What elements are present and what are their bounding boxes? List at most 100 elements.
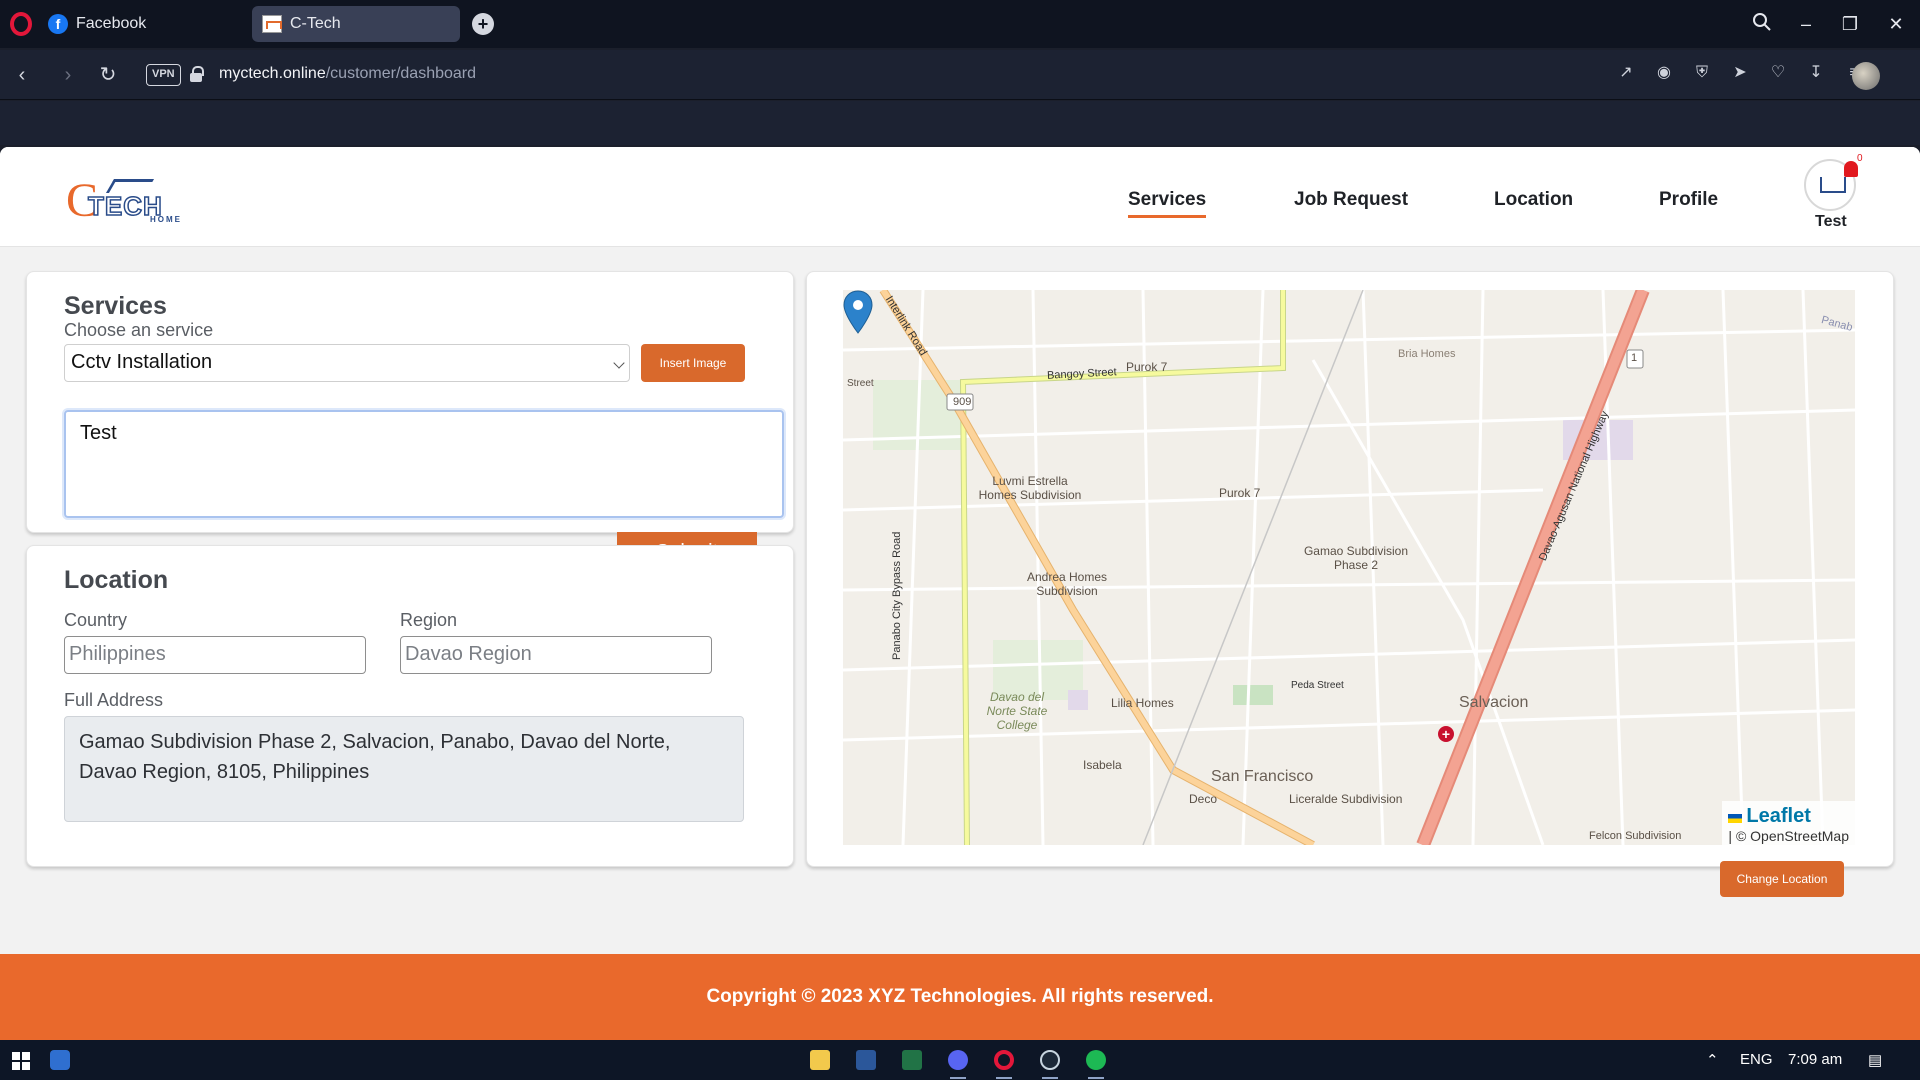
map-label-sanfrancisco: San Francisco bbox=[1211, 768, 1314, 785]
bookmark-bar bbox=[0, 101, 1920, 145]
new-tab-button[interactable]: + bbox=[472, 13, 494, 35]
change-location-button[interactable]: Change Location bbox=[1720, 861, 1844, 897]
hospital-icon: + bbox=[1438, 726, 1454, 742]
language-indicator[interactable]: ENG bbox=[1740, 1051, 1773, 1068]
lock-icon[interactable] bbox=[190, 66, 204, 82]
spotify-icon[interactable] bbox=[1086, 1050, 1106, 1070]
map-label-lilia: Lilia Homes bbox=[1111, 696, 1174, 710]
notification-count: 0 bbox=[1857, 153, 1863, 164]
map-label-liceralde: Liceralde Subdivision bbox=[1289, 792, 1403, 806]
file-explorer-icon[interactable] bbox=[810, 1050, 830, 1070]
back-icon[interactable]: ‹ bbox=[10, 63, 34, 87]
windows-start-icon[interactable] bbox=[12, 1052, 30, 1070]
shield-icon[interactable]: ⛨ bbox=[1692, 62, 1712, 84]
heart-icon[interactable]: ♡ bbox=[1768, 62, 1788, 84]
description-text: Test bbox=[80, 422, 117, 444]
word-icon[interactable] bbox=[856, 1050, 876, 1070]
tab-label: Facebook bbox=[76, 15, 147, 32]
region-value: Davao Region bbox=[405, 643, 532, 665]
opera-running-indicator bbox=[996, 1077, 1012, 1079]
full-address-label: Full Address bbox=[64, 690, 164, 710]
map-label-peda: Peda Street bbox=[1291, 680, 1344, 691]
footer: Copyright © 2023 XYZ Technologies. All r… bbox=[0, 954, 1920, 1040]
url-domain: myctech.online bbox=[219, 65, 326, 82]
map-label-bypass: Panabo City Bypass Road bbox=[891, 531, 903, 660]
browser-profile-avatar[interactable] bbox=[1852, 62, 1880, 90]
region-label: Region bbox=[400, 610, 458, 630]
chevron-up-icon[interactable]: ⌃ bbox=[1706, 1051, 1719, 1069]
tab-label: C-Tech bbox=[290, 15, 341, 32]
insert-image-button[interactable]: Insert Image bbox=[641, 344, 745, 382]
vpn-badge[interactable]: VPN bbox=[146, 64, 181, 86]
nav-profile[interactable]: Profile bbox=[1659, 189, 1718, 211]
page: C TECH HOME Services Job Request Locatio… bbox=[0, 147, 1920, 1040]
spotify-running-indicator bbox=[1088, 1077, 1104, 1079]
opera-taskbar-icon[interactable] bbox=[994, 1050, 1014, 1070]
osm-attribution[interactable]: | © OpenStreetMap bbox=[1728, 828, 1849, 844]
chevron-down-icon bbox=[613, 357, 625, 369]
site-header: C TECH HOME Services Job Request Locatio… bbox=[0, 147, 1920, 247]
clock[interactable]: 7:09 am bbox=[1788, 1051, 1842, 1068]
discord-running-indicator bbox=[950, 1077, 966, 1079]
discord-icon[interactable] bbox=[948, 1050, 968, 1070]
restore-icon[interactable]: ❐ bbox=[1838, 12, 1862, 36]
choose-service-label: Choose an service bbox=[64, 320, 214, 340]
leaflet-link[interactable]: Leaflet bbox=[1746, 805, 1810, 827]
tab-facebook[interactable]: f Facebook bbox=[38, 6, 238, 42]
map-label-purok7a: Purok 7 bbox=[1126, 360, 1168, 374]
full-address-field[interactable]: Gamao Subdivision Phase 2, Salvacion, Pa… bbox=[64, 716, 744, 822]
region-field[interactable]: Davao Region bbox=[400, 636, 712, 674]
task-view-icon[interactable] bbox=[50, 1050, 70, 1070]
map-label-909: 909 bbox=[953, 396, 972, 408]
nav-services[interactable]: Services bbox=[1128, 189, 1207, 218]
nav-job-request[interactable]: Job Request bbox=[1294, 189, 1408, 211]
tab-c-tech[interactable]: C-Tech bbox=[252, 6, 460, 42]
services-title: Services bbox=[64, 292, 167, 320]
opera-icon[interactable] bbox=[10, 12, 32, 36]
map-label-andrea: Andrea Homes Subdivision bbox=[1026, 570, 1108, 598]
facebook-icon: f bbox=[48, 14, 68, 34]
map-label-salvacion: Salvacion bbox=[1459, 694, 1529, 711]
url-field[interactable]: myctech.online/customer/dashboard bbox=[219, 65, 476, 83]
user-name: Test bbox=[1815, 213, 1847, 230]
excel-icon[interactable] bbox=[902, 1050, 922, 1070]
c-tech-favicon-icon bbox=[262, 15, 282, 33]
share-icon[interactable]: ↗ bbox=[1616, 62, 1636, 84]
logo-sub: HOME bbox=[150, 215, 182, 224]
services-card: Services Choose an service Cctv Installa… bbox=[26, 271, 794, 572]
service-select[interactable]: Cctv Installation bbox=[64, 344, 630, 382]
map-label-luvmi: Luvmi Estrella Homes Subdivision bbox=[978, 474, 1082, 502]
download-icon[interactable]: ↧ bbox=[1806, 62, 1826, 84]
country-value: Philippines bbox=[69, 643, 166, 665]
address-bar: ‹ › ↻ VPN myctech.online/customer/dashbo… bbox=[0, 50, 1920, 140]
bell-icon[interactable] bbox=[1844, 161, 1858, 177]
map-label-isabela: Isabela bbox=[1083, 758, 1122, 772]
minimize-icon[interactable]: – bbox=[1794, 12, 1818, 36]
map-marker-icon[interactable] bbox=[843, 290, 873, 334]
search-icon[interactable] bbox=[1750, 12, 1774, 36]
reload-icon[interactable]: ↻ bbox=[96, 63, 120, 87]
ukraine-flag-icon bbox=[1728, 813, 1743, 823]
notifications-icon[interactable]: ▤ bbox=[1868, 1051, 1882, 1069]
forward-icon[interactable]: › bbox=[56, 63, 80, 87]
map-label-bria: Bria Homes bbox=[1398, 348, 1456, 360]
steam-icon[interactable] bbox=[1040, 1050, 1060, 1070]
camera-icon[interactable]: ◉ bbox=[1654, 62, 1674, 84]
country-field[interactable]: Philippines bbox=[64, 636, 366, 674]
selected-service: Cctv Installation bbox=[71, 351, 213, 373]
c-tech-logo[interactable]: C TECH HOME bbox=[66, 177, 182, 225]
map-label-1: 1 bbox=[1631, 352, 1638, 364]
service-description-input[interactable]: Test bbox=[64, 410, 784, 518]
taskbar: ⌃ ENG 7:09 am ▤ bbox=[0, 1040, 1920, 1080]
map-label-purok7b: Purok 7 bbox=[1219, 486, 1261, 500]
nav-location[interactable]: Location bbox=[1494, 189, 1573, 211]
close-icon[interactable]: ✕ bbox=[1884, 12, 1908, 36]
map-attribution: Leaflet | © OpenStreetMap bbox=[1722, 801, 1855, 845]
map-label-deco: Deco bbox=[1189, 792, 1218, 806]
url-path: /customer/dashboard bbox=[325, 65, 477, 82]
send-icon[interactable]: ➤ bbox=[1730, 62, 1750, 84]
map[interactable]: Bangoy Street Purok 7 Street 909 1 Bria … bbox=[843, 290, 1855, 845]
country-label: Country bbox=[64, 610, 128, 630]
location-card: Location Country Philippines Region Dava… bbox=[26, 545, 794, 867]
map-label-felcon: Felcon Subdivision bbox=[1589, 830, 1682, 842]
